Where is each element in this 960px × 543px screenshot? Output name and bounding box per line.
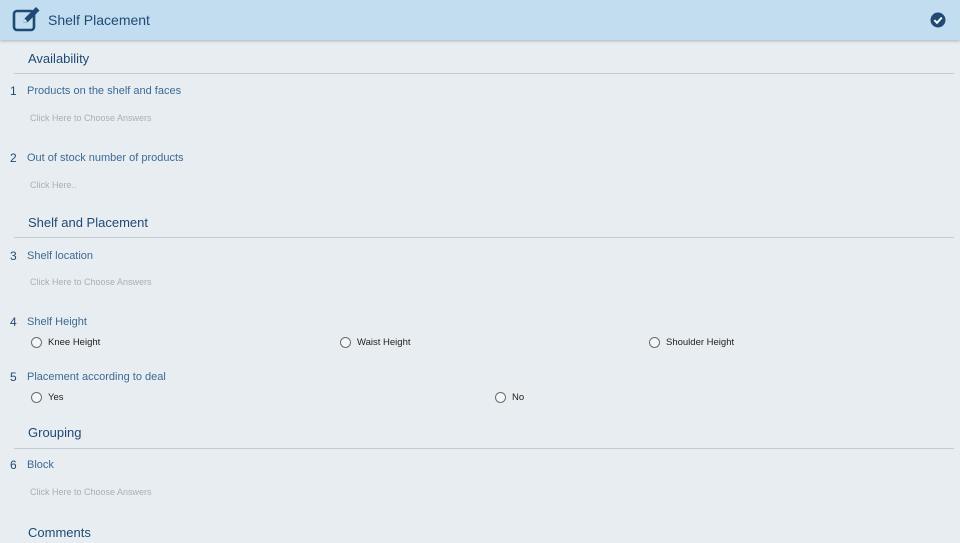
question-number: 3	[10, 249, 17, 263]
question-number: 5	[10, 370, 17, 384]
app-header: Shelf Placement	[0, 0, 960, 40]
question-number: 1	[10, 84, 17, 98]
radio-waist-height[interactable]: Waist Height	[340, 335, 411, 349]
radio-knee-height[interactable]: Knee Height	[31, 335, 100, 349]
choose-answers-field[interactable]: Click Here to Choose Answers	[30, 277, 152, 287]
question-label: Products on the shelf and faces	[27, 85, 182, 97]
divider	[14, 237, 954, 238]
radio-yes[interactable]: Yes	[31, 390, 64, 404]
radio-circle-icon[interactable]	[495, 391, 506, 403]
section-shelf-and-placement: Shelf and Placement	[28, 215, 148, 230]
question-number: 6	[10, 458, 17, 472]
section-comments: Comments	[28, 525, 91, 540]
radio-label: Shoulder Height	[666, 336, 735, 348]
radio-no[interactable]: No	[495, 390, 524, 404]
question-number: 4	[10, 315, 17, 329]
question-label: Block	[27, 459, 54, 471]
edit-icon[interactable]	[12, 5, 42, 33]
divider	[14, 448, 954, 449]
radio-label: No	[512, 391, 525, 403]
radio-circle-icon[interactable]	[649, 336, 660, 348]
question-label: Shelf Height	[27, 316, 87, 328]
question-label: Placement according to deal	[27, 371, 166, 383]
question-label: Shelf location	[27, 250, 94, 262]
question-label: Out of stock number of products	[27, 152, 184, 164]
radio-shoulder-height[interactable]: Shoulder Height	[649, 335, 734, 349]
question-number: 2	[10, 151, 17, 165]
section-grouping: Grouping	[28, 425, 82, 440]
radio-label: Knee Height	[48, 336, 101, 348]
check-circle-icon[interactable]	[930, 12, 946, 28]
section-availability: Availability	[28, 51, 90, 66]
choose-answers-field[interactable]: Click Here to Choose Answers	[30, 113, 152, 123]
radio-label: Yes	[48, 391, 64, 403]
choose-answers-field[interactable]: Click Here to Choose Answers	[30, 487, 152, 497]
radio-circle-icon[interactable]	[31, 391, 42, 403]
out-of-stock-input[interactable]: Click Here..	[30, 180, 77, 190]
page-title: Shelf Placement	[48, 12, 150, 28]
radio-label: Waist Height	[357, 336, 411, 348]
divider	[14, 73, 954, 74]
radio-circle-icon[interactable]	[340, 336, 351, 348]
radio-circle-icon[interactable]	[31, 336, 42, 348]
